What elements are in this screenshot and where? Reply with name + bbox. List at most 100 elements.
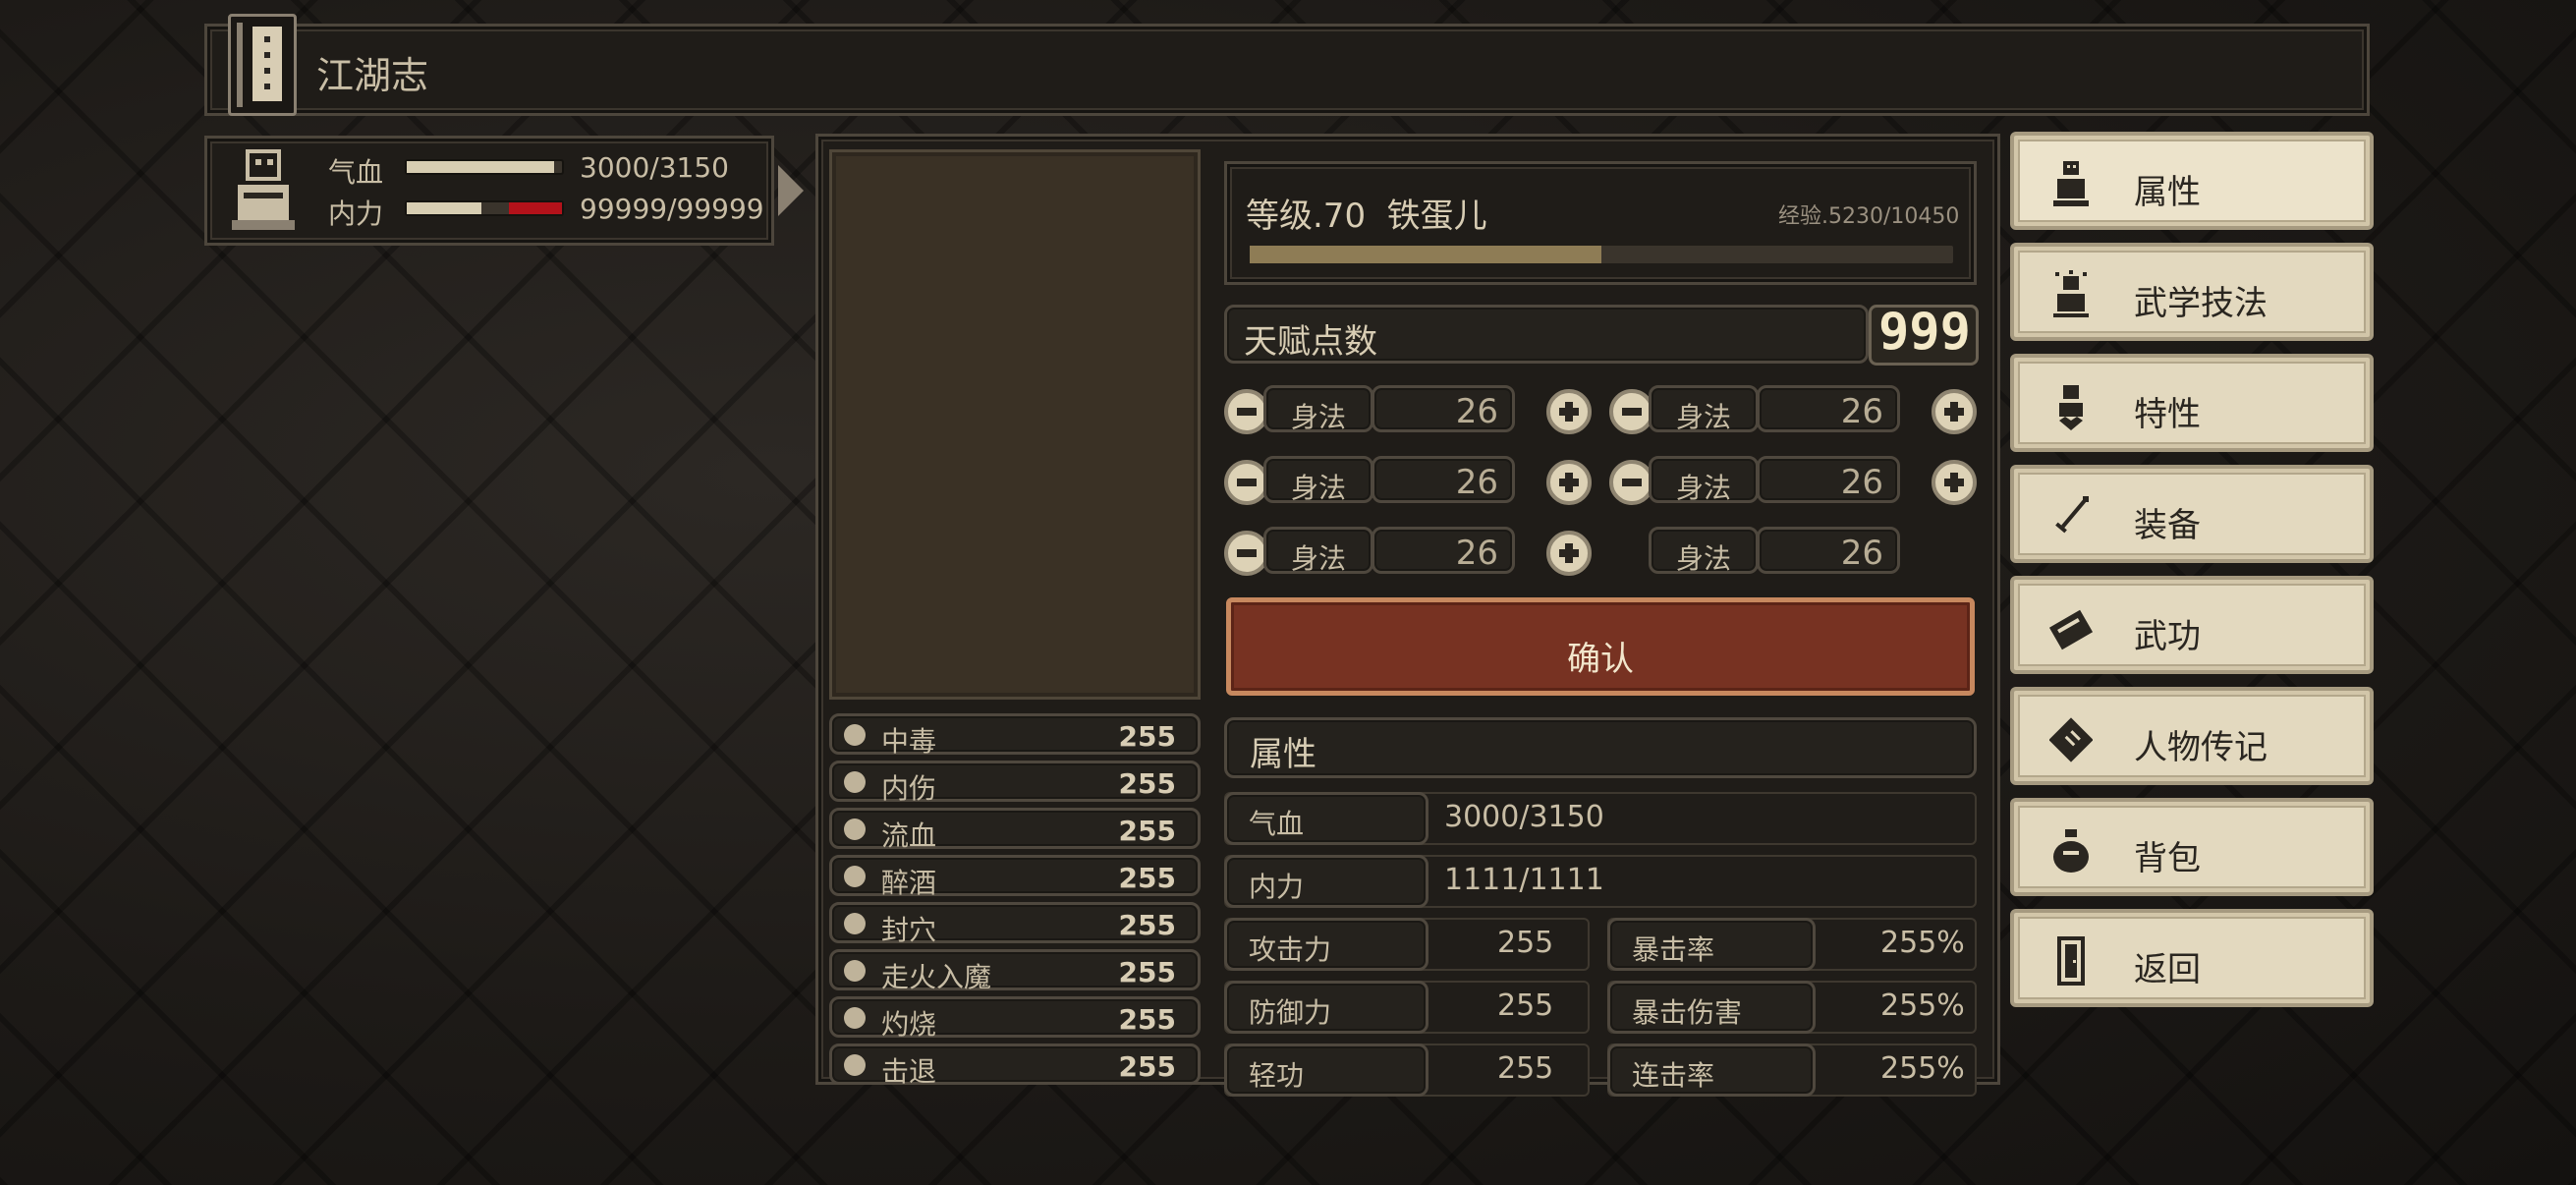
status-effect-row: 醉酒 255 xyxy=(829,855,1201,899)
menu-button-label: 武功 xyxy=(2134,617,2201,656)
status-effect-name: 封穴 xyxy=(881,914,937,946)
attr-combo-rate-value: 255% xyxy=(1880,1051,1965,1086)
character-portrait xyxy=(829,149,1201,700)
book-icon xyxy=(228,14,297,116)
attr-qinggong-tag: 轻功 xyxy=(1224,1044,1428,1097)
attr-hp-label: 气血 xyxy=(1249,808,1305,840)
player-avatar-icon xyxy=(232,149,295,230)
status-effect-value: 255 xyxy=(1118,956,1176,988)
attr-combo-rate-tag: 连击率 xyxy=(1607,1044,1816,1097)
confirm-button[interactable]: 确认 xyxy=(1226,597,1975,696)
attr-hp-value: 3000/3150 xyxy=(1444,800,1604,834)
status-effect-row: 封穴 255 xyxy=(829,902,1201,946)
attr-mp-tag: 内力 xyxy=(1224,855,1428,908)
attr-crit-damage-label: 暴击伤害 xyxy=(1632,996,1743,1029)
menu-button-1[interactable]: 属性 xyxy=(2010,132,2374,230)
demon-icon xyxy=(844,960,866,982)
stat-name-box: 身法 xyxy=(1649,456,1759,504)
menu-button-label: 特性 xyxy=(2134,395,2201,434)
bag-icon xyxy=(2049,825,2093,875)
attributes-header-label: 属性 xyxy=(1250,735,1316,774)
trait-character-icon xyxy=(2049,381,2093,430)
stat-value: 26 xyxy=(1840,463,1883,502)
attr-defense-tag: 防御力 xyxy=(1224,981,1428,1034)
broken-heart-icon xyxy=(844,771,866,793)
page-title: 江湖志 xyxy=(316,54,429,97)
menu-button-7[interactable]: 背包 xyxy=(2010,798,2374,896)
attr-defense-label: 防御力 xyxy=(1249,996,1332,1029)
attr-attack-label: 攻击力 xyxy=(1249,933,1332,966)
status-effect-value: 255 xyxy=(1118,1050,1176,1083)
boot-icon xyxy=(844,1054,866,1076)
stat-value: 26 xyxy=(1840,392,1883,431)
expand-arrow-icon[interactable] xyxy=(778,165,804,216)
attr-qinggong-label: 轻功 xyxy=(1249,1059,1305,1092)
blood-icon xyxy=(844,818,866,840)
stat-name: 身法 xyxy=(1290,472,1346,504)
status-effect-value: 255 xyxy=(1118,862,1176,894)
stat-value-box: 26 xyxy=(1757,456,1900,503)
increase-button[interactable] xyxy=(1546,531,1592,576)
menu-button-2[interactable]: 武学技法 xyxy=(2010,243,2374,341)
stat-name-box: 身法 xyxy=(1649,385,1759,433)
stat-value-box: 26 xyxy=(1757,527,1900,574)
stat-value-box: 26 xyxy=(1757,385,1900,432)
increase-button[interactable] xyxy=(1546,389,1592,434)
stat-name-box: 身法 xyxy=(1263,527,1373,575)
status-effect-name: 中毒 xyxy=(881,725,937,758)
menu-button-8[interactable]: 返回 xyxy=(2010,909,2374,1007)
stat-value: 26 xyxy=(1455,463,1498,502)
attr-combo-rate-label: 连击率 xyxy=(1632,1059,1715,1092)
skill-character-icon xyxy=(2049,270,2093,319)
menu-button-4[interactable]: 装备 xyxy=(2010,465,2374,563)
attr-mp-value: 1111/1111 xyxy=(1444,863,1604,897)
needle-icon xyxy=(844,913,866,934)
fire-icon xyxy=(844,1007,866,1029)
mp-label: 内力 xyxy=(328,198,384,230)
status-effect-value: 255 xyxy=(1118,909,1176,941)
status-effect-value: 255 xyxy=(1118,720,1176,753)
stat-value: 26 xyxy=(1455,534,1498,573)
poison-icon xyxy=(844,724,866,746)
menu-button-3[interactable]: 特性 xyxy=(2010,354,2374,452)
attr-qinggong-value: 255 xyxy=(1497,1051,1554,1086)
menu-button-6[interactable]: 人物传记 xyxy=(2010,687,2374,785)
attr-mp-label: 内力 xyxy=(1249,871,1305,903)
hp-value: 3000/3150 xyxy=(580,151,729,184)
stat-name-box: 身法 xyxy=(1263,456,1373,504)
stat-name: 身法 xyxy=(1675,401,1731,433)
attributes-header xyxy=(1224,717,1977,778)
increase-button[interactable] xyxy=(1932,389,1977,434)
mp-bar xyxy=(405,200,564,216)
status-effect-name: 醉酒 xyxy=(881,867,937,899)
stat-value: 26 xyxy=(1455,392,1498,431)
status-effect-value: 255 xyxy=(1118,767,1176,800)
status-effect-name: 走火入魔 xyxy=(881,961,992,993)
stat-name-box: 身法 xyxy=(1263,385,1373,433)
talent-points-label: 天赋点数 xyxy=(1244,322,1377,362)
status-effect-value: 255 xyxy=(1118,1003,1176,1036)
attr-crit-rate-value: 255% xyxy=(1880,926,1965,960)
stat-name: 身法 xyxy=(1675,472,1731,504)
menu-button-5[interactable]: 武功 xyxy=(2010,576,2374,674)
attr-crit-damage-tag: 暴击伤害 xyxy=(1607,981,1816,1034)
status-effect-name: 灼烧 xyxy=(881,1008,937,1041)
increase-button[interactable] xyxy=(1932,460,1977,505)
status-effect-row: 击退 255 xyxy=(829,1044,1201,1088)
stat-value: 26 xyxy=(1840,534,1883,573)
hp-bar xyxy=(405,159,564,175)
attr-hp-tag: 气血 xyxy=(1224,792,1428,845)
stat-name: 身法 xyxy=(1675,542,1731,575)
status-effect-row: 内伤 255 xyxy=(829,761,1201,805)
menu-button-label: 背包 xyxy=(2134,839,2201,878)
status-effect-value: 255 xyxy=(1118,815,1176,847)
status-effect-name: 流血 xyxy=(881,819,937,852)
martial-book-icon xyxy=(2048,603,2094,652)
stat-value-box: 26 xyxy=(1372,385,1515,432)
status-effect-name: 内伤 xyxy=(881,772,937,805)
increase-button[interactable] xyxy=(1546,460,1592,505)
menu-button-label: 装备 xyxy=(2134,506,2201,545)
menu-button-label: 属性 xyxy=(2134,173,2201,212)
attr-defense-value: 255 xyxy=(1497,988,1554,1023)
attr-attack-tag: 攻击力 xyxy=(1224,918,1428,971)
